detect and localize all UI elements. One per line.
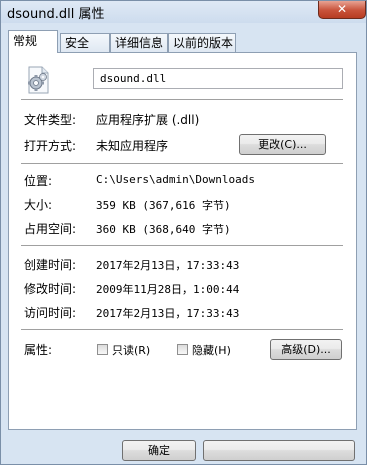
tab-previous-versions[interactable]: 以前的版本 bbox=[168, 33, 236, 52]
title-bar[interactable]: dsound.dll 属性 ✕ bbox=[1, 1, 366, 23]
accessed-value: 2017年2月13日，17:33:43 bbox=[96, 307, 240, 320]
opens-with-label: 打开方式: bbox=[24, 139, 77, 153]
location-label: 位置: bbox=[24, 174, 53, 188]
file-type-label: 文件类型: bbox=[24, 113, 77, 127]
size-on-disk-label: 占用空间: bbox=[24, 222, 77, 236]
close-button[interactable]: ✕ bbox=[318, 1, 366, 19]
hidden-label[interactable]: 隐藏(H) bbox=[192, 342, 231, 358]
change-button[interactable]: 更改(C)... bbox=[239, 134, 326, 155]
opens-with-value: 未知应用程序 bbox=[96, 139, 169, 153]
size-label: 大小: bbox=[24, 198, 53, 212]
tab-security[interactable]: 安全 bbox=[60, 33, 110, 52]
created-value: 2017年2月13日，17:33:43 bbox=[96, 259, 240, 272]
advanced-button[interactable]: 高级(D)... bbox=[270, 339, 342, 360]
accessed-label: 访问时间: bbox=[24, 306, 77, 320]
dll-gear-icon bbox=[24, 66, 52, 94]
modified-value: 2009年11月28日，1:00:44 bbox=[96, 283, 240, 296]
location-value: C:\Users\admin\Downloads bbox=[96, 173, 255, 186]
hidden-checkbox[interactable] bbox=[177, 344, 188, 355]
attributes-label: 属性: bbox=[24, 343, 53, 357]
file-type-value: 应用程序扩展 (.dll) bbox=[96, 113, 200, 127]
tab-general[interactable]: 常规 bbox=[8, 30, 58, 53]
divider bbox=[21, 163, 343, 165]
divider bbox=[21, 99, 343, 101]
readonly-label[interactable]: 只读(R) bbox=[112, 342, 150, 358]
size-on-disk-value: 360 KB (368,640 字节) bbox=[96, 223, 231, 236]
filename-field[interactable]: dsound.dll bbox=[93, 68, 343, 89]
close-icon: ✕ bbox=[336, 2, 348, 16]
cancel-button[interactable] bbox=[203, 440, 355, 461]
tab-details[interactable]: 详细信息 bbox=[110, 33, 168, 52]
ok-button[interactable]: 确定 bbox=[122, 440, 196, 461]
size-value: 359 KB (367,616 字节) bbox=[96, 199, 231, 212]
modified-label: 修改时间: bbox=[24, 282, 77, 296]
window-title: dsound.dll 属性 bbox=[7, 7, 105, 22]
readonly-checkbox[interactable] bbox=[97, 344, 108, 355]
general-panel bbox=[8, 52, 357, 430]
divider bbox=[21, 329, 343, 331]
divider bbox=[21, 245, 343, 247]
created-label: 创建时间: bbox=[24, 258, 77, 272]
